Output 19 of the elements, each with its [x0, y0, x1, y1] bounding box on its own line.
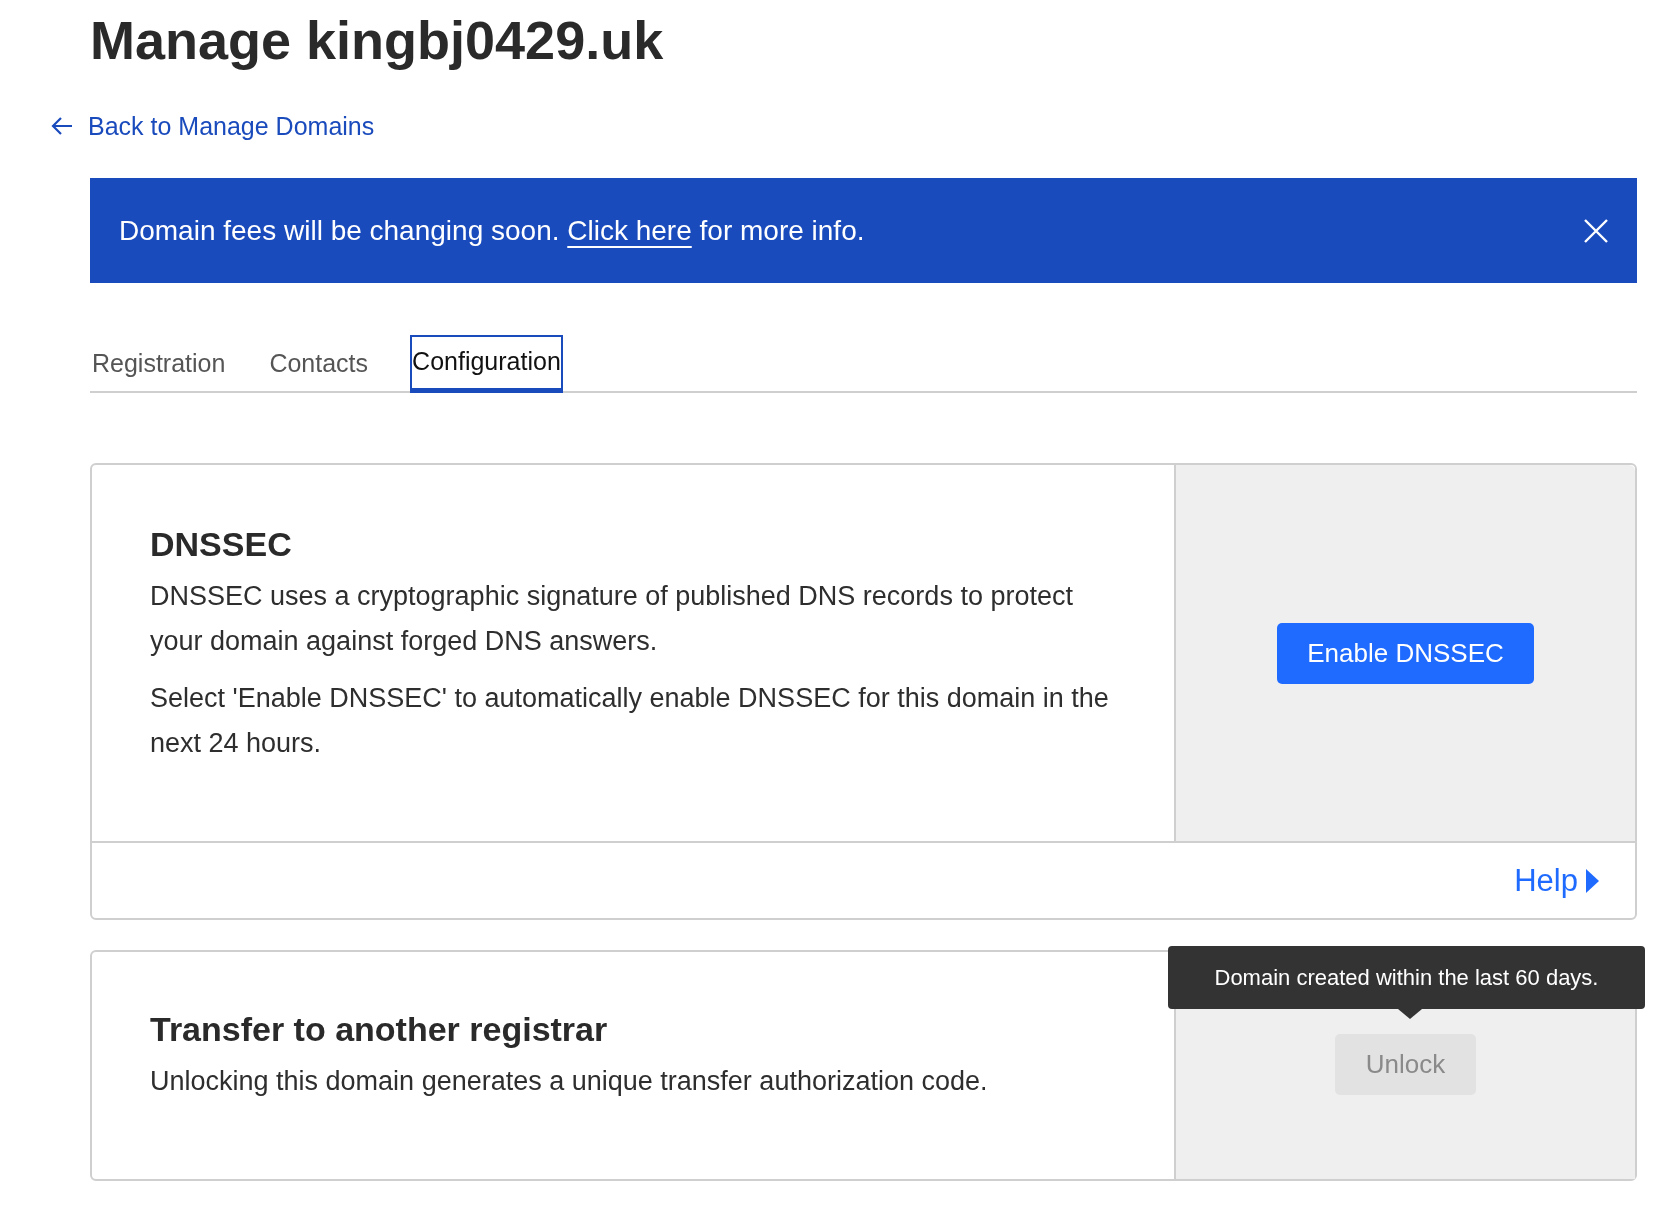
help-link[interactable]: Help: [1514, 862, 1599, 899]
tab[interactable]: Contacts: [267, 335, 371, 393]
close-icon: [1583, 217, 1609, 244]
close-button[interactable]: [1583, 217, 1609, 244]
card-description: DNSSEC uses a cryptographic signature of published DNS records to protect your domain against forged DNS answers.: [150, 580, 1074, 658]
caret-icon: [1586, 868, 1599, 893]
tab[interactable]: Configuration: [410, 335, 563, 393]
card-description: Select 'Enable DNSSEC' to automatically enable DNSSEC for this domain in the next 24 hours.: [150, 682, 1110, 760]
tooltip-text: Domain created within the last 60 days.: [1214, 964, 1599, 991]
back-link[interactable]: Back to Manage Domains: [88, 111, 375, 141]
left-arrow-icon: [50, 116, 74, 136]
action-button[interactable]: Enable DNSSEC: [1277, 623, 1534, 684]
card-title: DNSSEC: [150, 525, 293, 564]
page-title: Manage kingbj0429.uk: [90, 9, 665, 72]
card-title: Transfer to another registrar: [150, 1010, 609, 1049]
tab[interactable]: Registration: [90, 335, 228, 393]
banner-message: Domain fees will be changing soon. Click here for more info.: [119, 214, 865, 247]
card-description: Unlocking this domain generates a unique transfer authorization code.: [150, 1065, 989, 1098]
click-here-link[interactable]: Click here: [567, 214, 692, 246]
